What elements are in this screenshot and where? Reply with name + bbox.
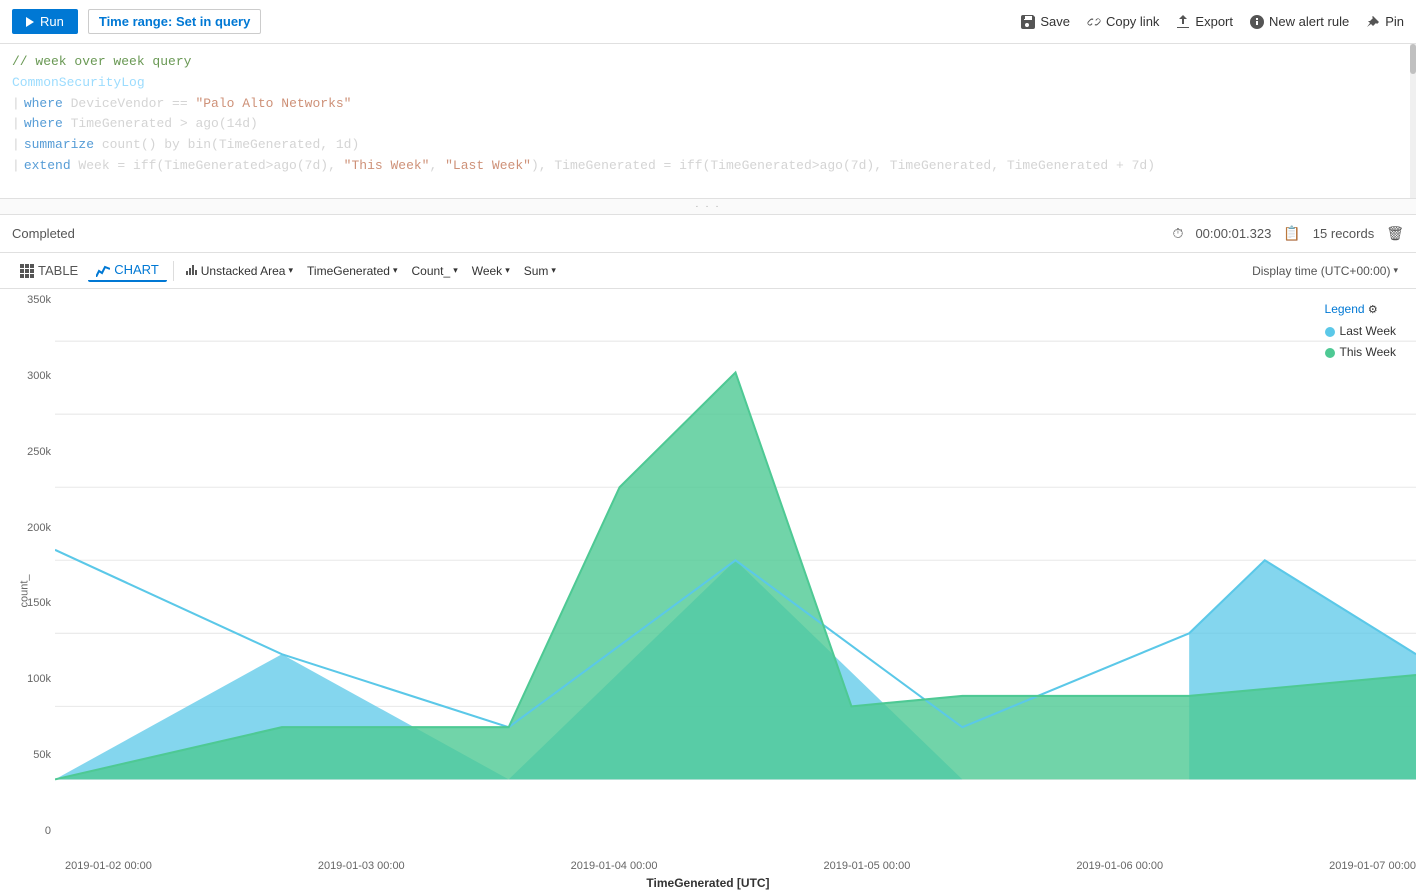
chart-type-icon [186, 265, 198, 277]
aggregation-label: Sum [524, 264, 549, 278]
code-line-4: |where TimeGenerated > ago(14d) [12, 114, 1404, 135]
x-axis-dropdown[interactable]: TimeGenerated ▾ [301, 261, 403, 281]
export-button[interactable]: Export [1175, 14, 1233, 30]
x-label-0104: 2019-01-04 00:00 [571, 860, 658, 872]
table-label: TABLE [38, 263, 78, 278]
display-time-dropdown[interactable]: Display time (UTC+00:00) ▾ [1246, 261, 1404, 281]
code-line-6: |extend Week = iff(TimeGenerated>ago(7d)… [12, 156, 1404, 177]
toolbar-right: Save Copy link Export New alert rule Pin [1020, 14, 1404, 30]
chart-container: count_ Legend ⚙ Last Week This Week [0, 289, 1416, 892]
toolbar-left: Run Time range: Set in query [12, 9, 261, 34]
x-label-0102: 2019-01-02 00:00 [65, 860, 152, 872]
y-axis-label: Count_ [411, 264, 450, 278]
y-axis-chevron: ▾ [453, 265, 458, 276]
x-label-0105: 2019-01-05 00:00 [823, 860, 910, 872]
split-by-dropdown[interactable]: Week ▾ [466, 261, 516, 281]
status-left: Completed [12, 226, 75, 241]
y-tick-300k: 300k [0, 370, 51, 382]
copy-link-icon [1086, 14, 1102, 30]
run-label: Run [40, 14, 64, 29]
results-right: Display time (UTC+00:00) ▾ [1246, 261, 1404, 281]
y-tick-0: 0 [0, 825, 51, 837]
y-tick-200k: 200k [0, 522, 51, 534]
chart-view-button[interactable]: CHART [88, 259, 167, 282]
status-records: 15 records [1313, 226, 1374, 241]
x-axis-labels: 2019-01-02 00:00 2019-01-03 00:00 2019-0… [55, 860, 1416, 872]
y-tick-100k: 100k [0, 673, 51, 685]
chart-svg [55, 289, 1416, 842]
table-icon [20, 264, 34, 278]
status-duration: 00:00:01.323 [1195, 226, 1271, 241]
code-line-2: CommonSecurityLog [12, 73, 1404, 94]
split-by-chevron: ▾ [505, 265, 510, 276]
status-completed: Completed [12, 226, 75, 241]
results-toolbar: TABLE CHART Unstacked Area ▾ TimeGenerat… [0, 253, 1416, 289]
editor-scrollbar[interactable] [1410, 44, 1416, 198]
export-label: Export [1195, 14, 1233, 29]
export-icon [1175, 14, 1191, 30]
aggregation-dropdown[interactable]: Sum ▾ [518, 261, 562, 281]
time-range-button[interactable]: Time range: Set in query [88, 9, 262, 34]
x-label-0103: 2019-01-03 00:00 [318, 860, 405, 872]
pin-button[interactable]: Pin [1365, 14, 1404, 30]
save-icon [1020, 14, 1036, 30]
chart-type-dropdown[interactable]: Unstacked Area ▾ [180, 261, 299, 281]
code-editor[interactable]: // week over week query CommonSecurityLo… [0, 44, 1416, 199]
x-label-0107: 2019-01-07 00:00 [1329, 860, 1416, 872]
delete-icon[interactable]: 🗑 [1386, 225, 1404, 242]
table-view-button[interactable]: TABLE [12, 260, 86, 281]
time-range-value: Set in query [176, 14, 250, 29]
separator-1 [173, 261, 174, 281]
resize-handle[interactable]: · · · [0, 199, 1416, 215]
chart-type-chevron: ▾ [288, 265, 293, 276]
x-axis-label: TimeGenerated [307, 264, 390, 278]
main-content: // week over week query CommonSecurityLo… [0, 44, 1416, 892]
chart-label: CHART [114, 262, 159, 277]
y-axis-dropdown[interactable]: Count_ ▾ [405, 261, 463, 281]
aggregation-chevron: ▾ [551, 265, 556, 276]
pin-label: Pin [1385, 14, 1404, 29]
x-axis-chevron: ▾ [393, 265, 398, 276]
time-range-prefix: Time range: [99, 14, 172, 29]
x-label-0106: 2019-01-06 00:00 [1076, 860, 1163, 872]
y-tick-250k: 250k [0, 446, 51, 458]
results-left: TABLE CHART Unstacked Area ▾ TimeGenerat… [12, 259, 562, 282]
clock-icon: ⏱ [1173, 225, 1184, 242]
display-time-label: Display time (UTC+00:00) [1252, 264, 1390, 278]
records-icon: 📋 [1283, 225, 1300, 242]
y-tick-350k: 350k [0, 294, 51, 306]
status-right: ⏱ 00:00:01.323 📋 15 records 🗑 [1173, 225, 1404, 242]
split-by-label: Week [472, 264, 502, 278]
x-axis-title: TimeGenerated [UTC] [0, 875, 1416, 890]
main-toolbar: Run Time range: Set in query Save Copy l… [0, 0, 1416, 44]
chart-icon [96, 263, 110, 277]
copy-link-button[interactable]: Copy link [1086, 14, 1159, 30]
copy-link-label: Copy link [1106, 14, 1159, 29]
code-line-1: // week over week query [12, 52, 1404, 73]
y-axis-ticks: 350k 300k 250k 200k 150k 100k 50k 0 [0, 289, 55, 842]
status-bar: Completed ⏱ 00:00:01.323 📋 15 records 🗑 [0, 215, 1416, 253]
pin-icon [1365, 14, 1381, 30]
new-alert-label: New alert rule [1269, 14, 1349, 29]
y-tick-150k: 150k [0, 597, 51, 609]
play-icon [26, 17, 34, 27]
save-button[interactable]: Save [1020, 14, 1070, 30]
new-alert-icon [1249, 14, 1265, 30]
y-tick-50k: 50k [0, 749, 51, 761]
run-button[interactable]: Run [12, 9, 78, 34]
new-alert-rule-button[interactable]: New alert rule [1249, 14, 1349, 30]
chart-type-label: Unstacked Area [201, 264, 286, 278]
code-line-5: |summarize count() by bin(TimeGenerated,… [12, 135, 1404, 156]
code-line-3: |where DeviceVendor == "Palo Alto Networ… [12, 94, 1404, 115]
display-time-chevron: ▾ [1393, 265, 1398, 276]
save-label: Save [1040, 14, 1070, 29]
